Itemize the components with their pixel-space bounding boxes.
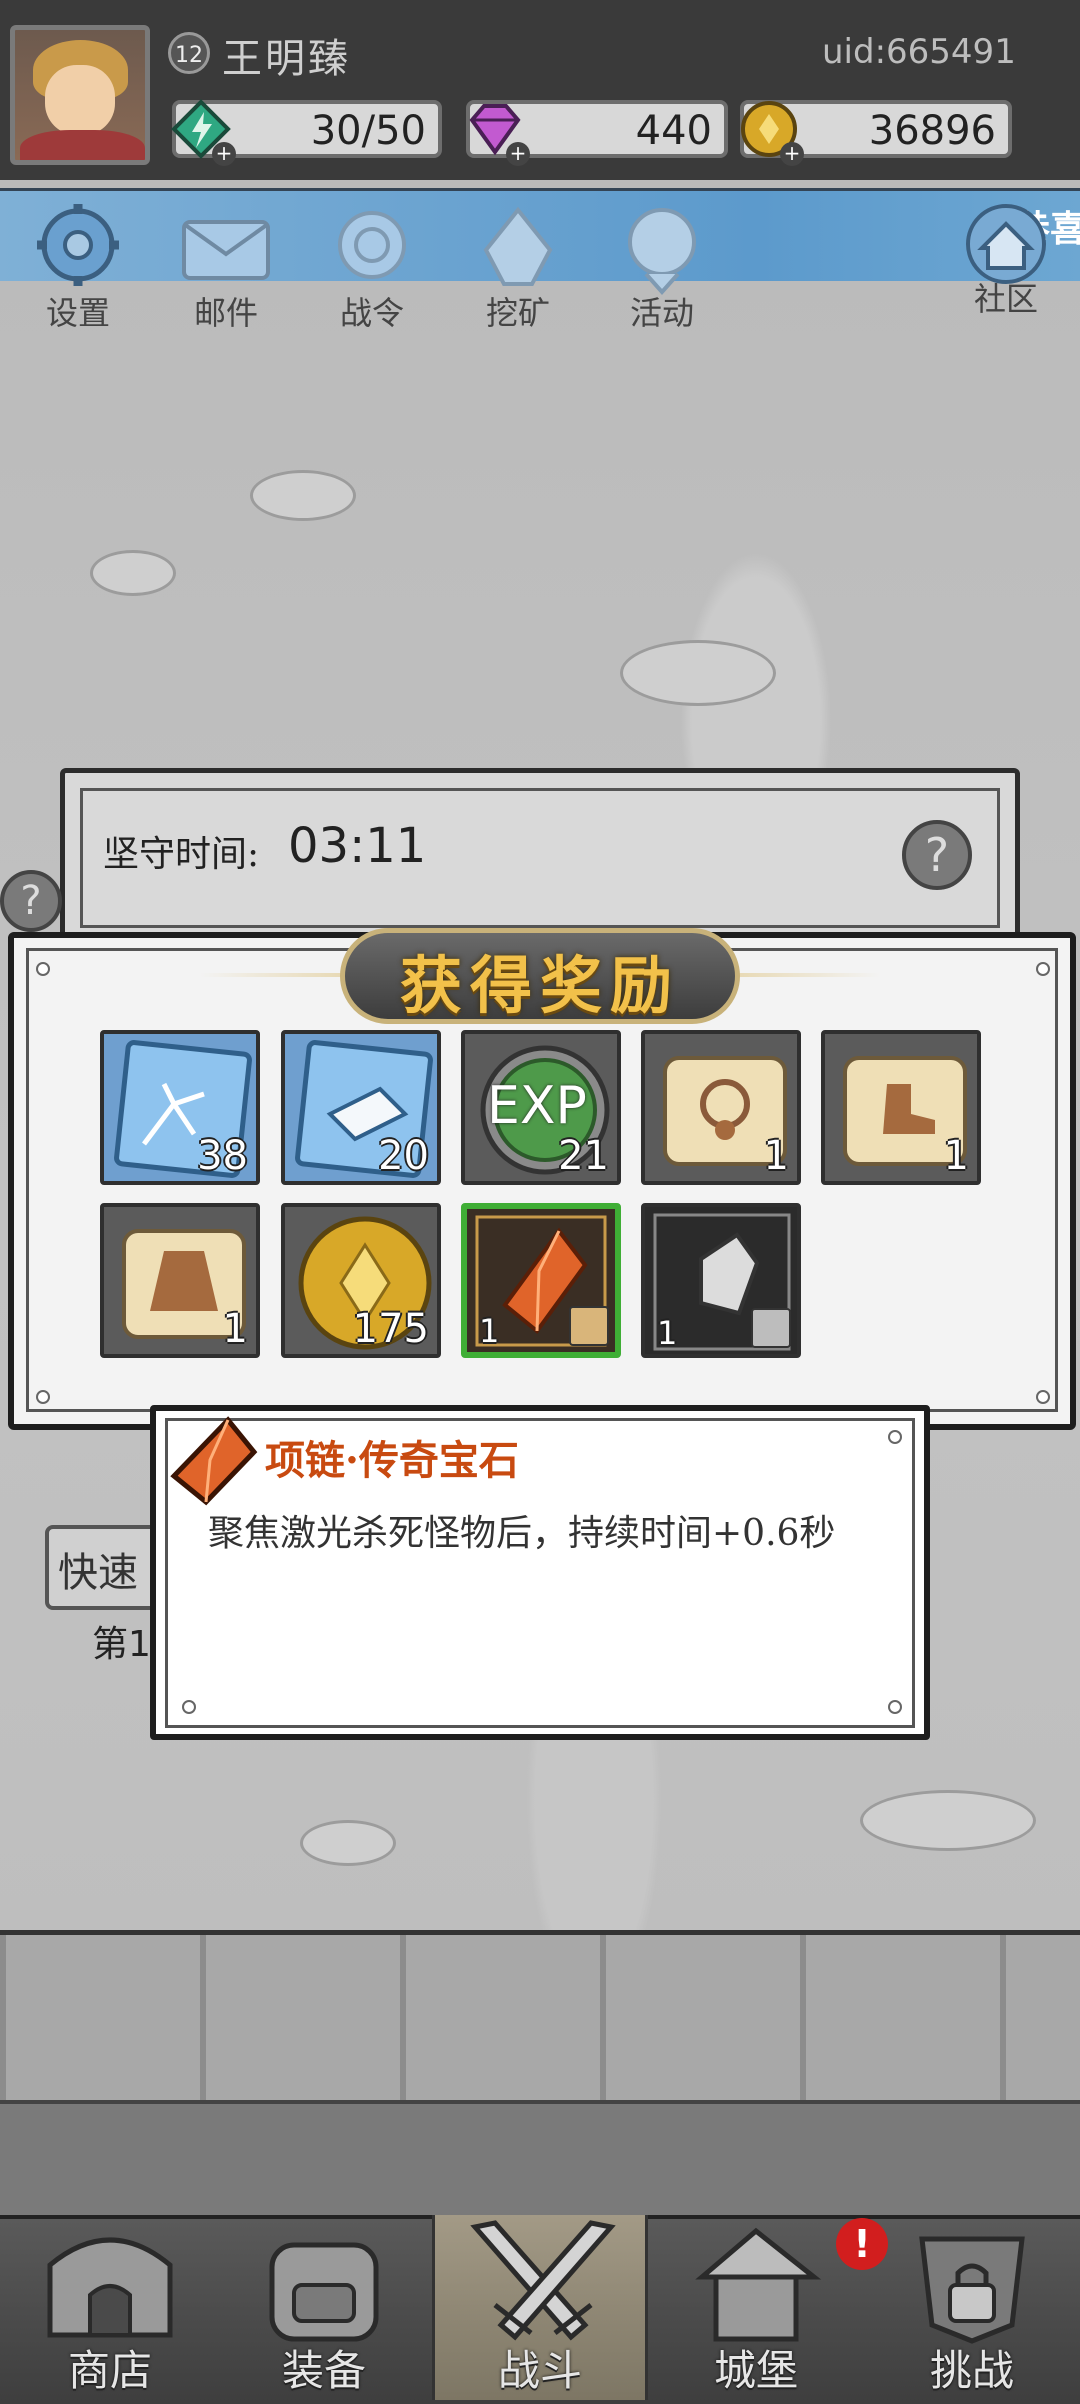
side-help-button[interactable]: ? [0, 870, 62, 932]
reward-title: 获得奖励 [399, 949, 680, 1022]
mining-icon [483, 206, 553, 286]
background-rock [90, 550, 176, 596]
rivet [182, 1700, 196, 1714]
rivet [1036, 1390, 1050, 1404]
crossed-swords-icon [470, 2220, 616, 2341]
gold-counter[interactable]: + 36896 [740, 100, 1012, 166]
stone-floor [0, 2100, 1080, 2224]
avatar[interactable] [10, 25, 150, 165]
tooltip-item-description: 聚焦激光杀死怪物后，持续时间+0.6秒 [208, 1513, 836, 1554]
gold-value: 36896 [868, 108, 996, 154]
reward-count: 20 [378, 1133, 429, 1179]
nav-equipment[interactable]: 装备 [224, 2215, 424, 2400]
mining-button[interactable]: 挖矿 [458, 200, 578, 340]
settings-button[interactable]: 设置 [18, 200, 138, 340]
gem-value: 440 [635, 108, 712, 154]
locked-challenge-icon [919, 2236, 1025, 2344]
community-button[interactable]: 社区 [946, 200, 1066, 340]
mail-icon [182, 220, 270, 280]
event-button[interactable]: 活动 [602, 200, 722, 340]
mining-label: 挖矿 [485, 294, 550, 332]
rivet [888, 1430, 902, 1444]
community-label: 社区 [973, 280, 1038, 318]
reward-slot-silver-stone[interactable]: 1 [641, 1203, 801, 1358]
background-rock [620, 640, 776, 706]
nav-battle[interactable]: 战斗 [432, 2215, 648, 2400]
nav-shop-label: 商店 [67, 2346, 152, 2395]
add-gems-icon[interactable]: + [506, 142, 530, 166]
nav-castle[interactable]: 城堡 [656, 2215, 856, 2400]
rivet [36, 962, 50, 976]
nav-equipment-label: 装备 [281, 2346, 366, 2395]
reward-slot-ice-crystal[interactable]: 38 [100, 1030, 260, 1185]
reward-count: 175 [352, 1306, 429, 1352]
castle-icon [695, 2227, 822, 2342]
exp-label: EXP [487, 1076, 587, 1136]
reward-count: 21 [558, 1133, 609, 1179]
event-label: 活动 [629, 294, 694, 332]
chapter-label: 第1 [92, 1624, 151, 1665]
battle-pass-label: 战令 [339, 294, 404, 332]
tooltip-item-name: 项链·传奇宝石 [265, 1437, 519, 1484]
add-energy-icon[interactable]: + [212, 142, 236, 166]
mail-label: 邮件 [193, 294, 258, 332]
ring-type-icon [751, 1308, 791, 1348]
battle-pass-button[interactable]: 战令 [312, 200, 432, 340]
reward-slot-exp[interactable]: EXP 21 [461, 1030, 621, 1185]
backpack-icon [269, 2242, 379, 2342]
reward-count: 1 [479, 1312, 500, 1350]
add-gold-icon[interactable]: + [780, 142, 804, 166]
user-id: uid:665491 [822, 32, 1016, 72]
settings-label: 设置 [45, 294, 110, 332]
reward-slot-ice-stone[interactable]: 20 [281, 1030, 441, 1185]
reward-slot-armor-scroll[interactable]: 1 [100, 1203, 260, 1358]
shop-icon [47, 2237, 173, 2338]
quick-button-label: 快速 [58, 1550, 138, 1596]
battle-pass-icon [338, 211, 406, 279]
hold-time-value: 03:11 [288, 818, 427, 874]
reward-count: 1 [763, 1133, 789, 1179]
energy-value: 30/50 [310, 108, 426, 154]
nav-challenge-label: 挑战 [929, 2346, 1014, 2395]
help-button[interactable]: ? [902, 820, 972, 890]
reward-count: 1 [943, 1133, 969, 1179]
gem-counter[interactable]: + 440 [466, 100, 728, 166]
reward-slot-legendary-gem[interactable]: 1 [461, 1203, 621, 1358]
gear-icon [37, 204, 119, 286]
event-icon [628, 208, 696, 296]
mail-button[interactable]: 邮件 [166, 200, 286, 340]
necklace-type-icon [569, 1306, 609, 1346]
hold-time-label: 坚守时间: [103, 834, 260, 875]
background-rock [300, 1820, 396, 1866]
rivet [36, 1390, 50, 1404]
level-badge: 12 [168, 32, 210, 74]
reward-slot-necklace-scroll[interactable]: 1 [641, 1030, 801, 1185]
wooden-floor [0, 1930, 1080, 2105]
background-rock [860, 1790, 1036, 1851]
background-rock [250, 470, 356, 521]
reward-count: 38 [197, 1133, 248, 1179]
nav-shop[interactable]: 商店 [10, 2215, 210, 2400]
reward-slot-gold-coin[interactable]: 175 [281, 1203, 441, 1358]
reward-count: 1 [657, 1314, 678, 1352]
reward-slot-boots-scroll[interactable]: 1 [821, 1030, 981, 1185]
rivet [1036, 962, 1050, 976]
energy-counter[interactable]: + 30/50 [171, 99, 442, 166]
player-name: 王明臻 [222, 36, 351, 82]
nav-challenge[interactable]: 挑战 [872, 2215, 1072, 2400]
nav-castle-label: 城堡 [713, 2346, 798, 2395]
reward-count: 1 [222, 1306, 248, 1352]
nav-battle-label: 战斗 [497, 2346, 582, 2395]
rivet [888, 1700, 902, 1714]
legendary-gem-icon [170, 1416, 258, 1506]
